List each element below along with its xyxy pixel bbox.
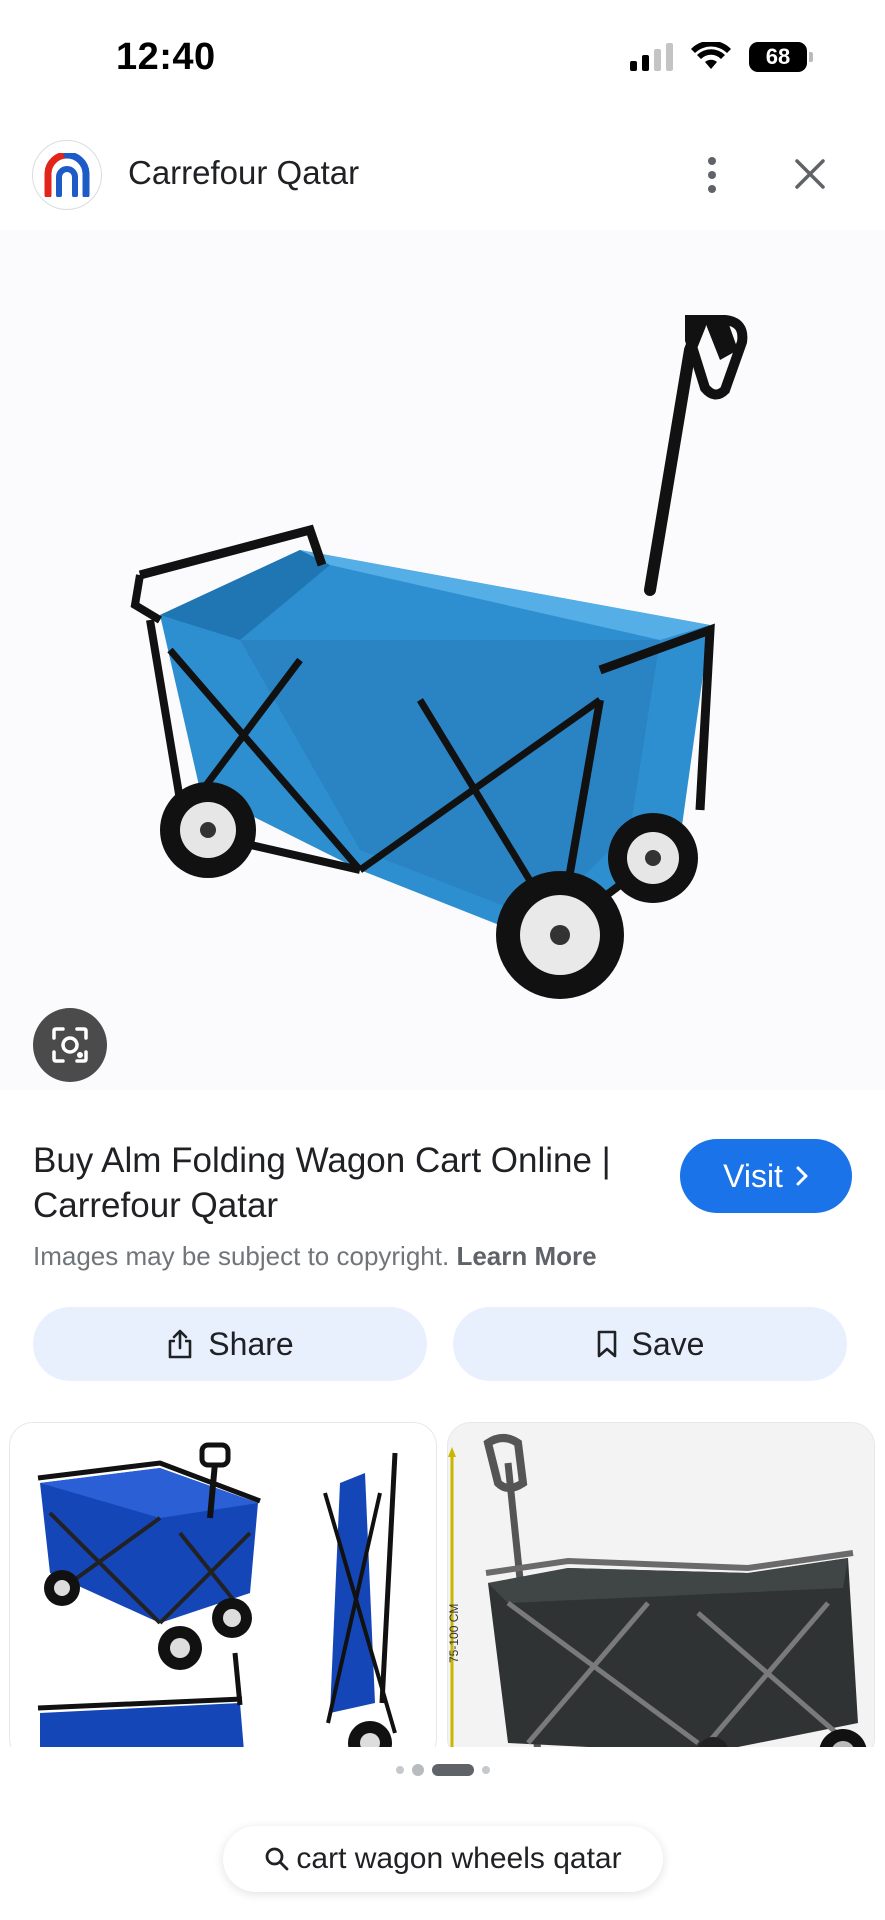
battery-level: 68 — [765, 44, 791, 69]
close-icon[interactable] — [786, 150, 834, 198]
lens-search-icon[interactable] — [33, 1008, 107, 1082]
carousel-dot[interactable] — [395, 1766, 404, 1774]
viewer-header: Carrefour Qatar — [0, 132, 885, 218]
carousel-dot[interactable] — [411, 1764, 424, 1776]
share-label: Share — [208, 1325, 294, 1362]
more-vert-icon[interactable] — [690, 148, 734, 202]
related-image-card[interactable] — [9, 1422, 437, 1747]
height-label: 75-100 CM — [448, 1604, 461, 1663]
chevron-right-icon — [796, 1166, 808, 1186]
image-viewer-page: 12:40 68 Carrefour Qatar Buy Alm Folding… — [0, 0, 885, 1920]
carousel-indicator — [0, 1764, 885, 1776]
related-image-card[interactable]: 75-100 CM — [447, 1422, 875, 1747]
search-query-pill[interactable]: cart wagon wheels qatar — [223, 1826, 663, 1892]
share-icon — [168, 1329, 192, 1359]
share-button[interactable]: Share — [33, 1307, 427, 1381]
visit-button[interactable]: Visit — [680, 1139, 852, 1213]
result-title[interactable]: Buy Alm Folding Wagon Cart Online | Carr… — [33, 1138, 653, 1228]
carousel-dot-active[interactable] — [431, 1764, 474, 1776]
bookmark-icon — [597, 1330, 616, 1358]
battery-icon: 68 — [749, 42, 813, 72]
copyright-text: Images may be subject to copyright. — [33, 1241, 450, 1271]
learn-more-link[interactable]: Learn More — [456, 1241, 596, 1271]
wifi-icon — [691, 42, 731, 69]
save-label: Save — [631, 1325, 705, 1362]
search-icon — [266, 1847, 289, 1871]
product-image[interactable] — [0, 230, 885, 1090]
site-name[interactable]: Carrefour Qatar — [128, 154, 359, 192]
visit-button-label: Visit — [723, 1157, 783, 1194]
signal-icon — [630, 43, 673, 71]
save-button[interactable]: Save — [453, 1307, 847, 1381]
status-bar: 12:40 68 — [0, 0, 885, 120]
search-query-text: cart wagon wheels qatar — [296, 1842, 622, 1875]
related-images: 75-100 CM — [0, 1422, 885, 1747]
status-time: 12:40 — [116, 36, 216, 78]
status-icons: 68 — [630, 42, 813, 72]
carousel-dot[interactable] — [481, 1766, 490, 1774]
copyright-notice: Images may be subject to copyright. Lear… — [33, 1241, 597, 1272]
carrefour-logo-icon[interactable] — [32, 140, 102, 210]
